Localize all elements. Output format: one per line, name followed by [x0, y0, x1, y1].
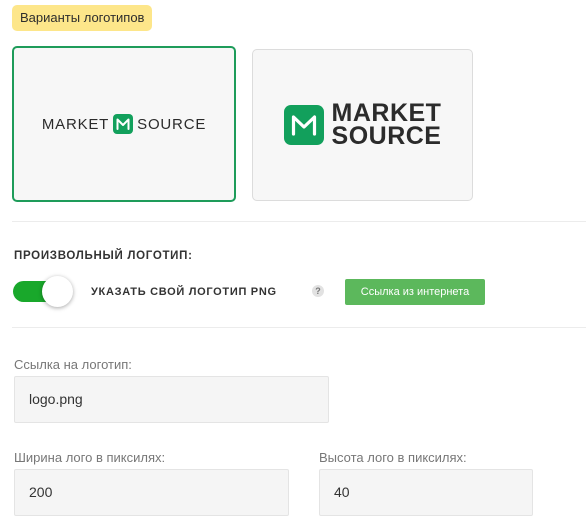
section-divider — [12, 327, 586, 328]
logo-option-stacked[interactable]: MARKET SOURCE — [252, 49, 473, 201]
url-from-internet-button[interactable]: Ссылка из интернета — [345, 279, 485, 305]
custom-logo-toggle[interactable] — [13, 276, 73, 307]
custom-logo-title: ПРОИЗВОЛЬНЫЙ ЛОГОТИП: — [14, 250, 193, 262]
toggle-knob[interactable] — [42, 276, 73, 307]
custom-logo-toggle-label: УКАЗАТЬ СВОЙ ЛОГОТИП PNG — [91, 286, 277, 298]
logo-variants-badge: Варианты логотипов — [12, 5, 153, 31]
logo-link-input[interactable]: logo.png — [14, 376, 329, 423]
m-letter-icon — [113, 114, 134, 134]
logo-link-label: Ссылка на логотип: — [14, 357, 132, 372]
horizontal-logo: MARKET SOURCE — [42, 114, 206, 134]
m-letter-icon — [283, 105, 324, 145]
logo-word-market: MARKET — [41, 115, 110, 133]
logo-word-source: SOURCE — [137, 115, 207, 133]
logo-width-input[interactable]: 200 — [14, 469, 289, 516]
logo-height-label: Высота лого в пиксилях: — [319, 450, 467, 465]
logo-width-label: Ширина лого в пиксилях: — [14, 450, 166, 465]
section-divider — [12, 221, 586, 222]
logo-option-horizontal[interactable]: MARKET SOURCE — [12, 46, 236, 202]
logo-word-source: SOURCE — [331, 122, 442, 150]
stacked-logo: MARKET SOURCE — [283, 101, 442, 150]
help-icon[interactable]: ? — [312, 285, 324, 297]
logo-height-input[interactable]: 40 — [319, 469, 533, 516]
